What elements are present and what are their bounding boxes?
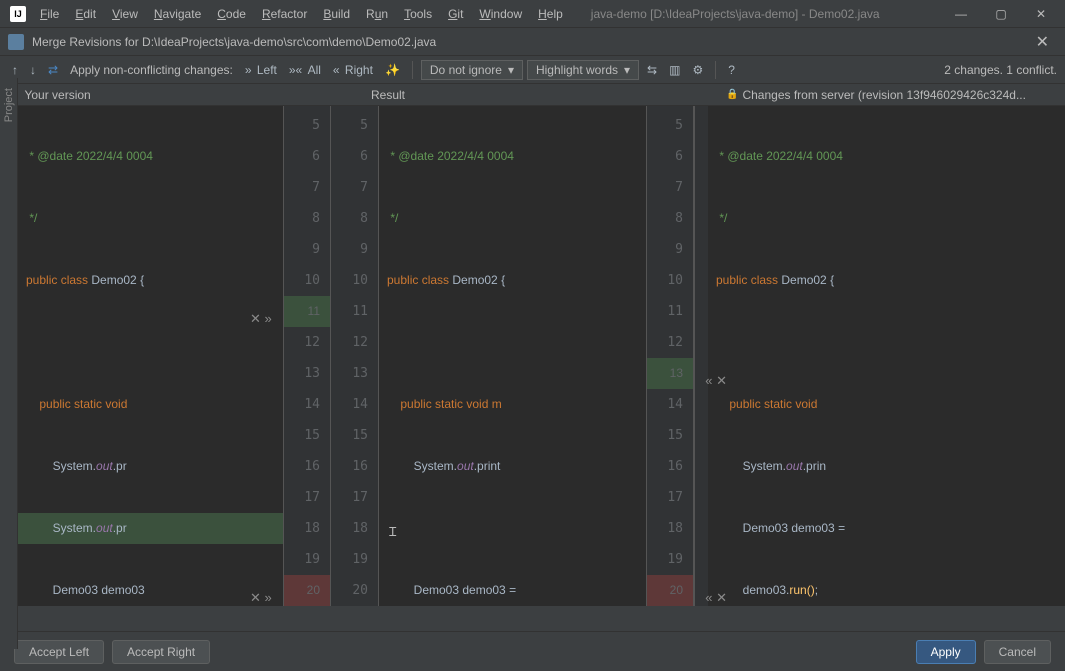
prev-diff-button[interactable]: ↑ [8,61,22,79]
accept-right-button[interactable]: Accept Right [112,640,210,664]
ignore-dropdown[interactable]: Do not ignore▾ [421,60,523,80]
cancel-button[interactable]: Cancel [984,640,1051,664]
menu-git[interactable]: Git [440,5,471,23]
code-center: * @date 2022/4/4 0004 */ public class De… [379,106,646,606]
maximize-button[interactable]: ▢ [981,0,1021,28]
panes-header: 🔒 Your version Result 🔒 Changes from ser… [0,84,1065,106]
pane-left[interactable]: * @date 2022/4/4 0004 */ public class De… [18,106,283,606]
menu-code[interactable]: Code [209,5,254,23]
dialog-buttons: Accept Left Accept Right Apply Cancel [0,631,1065,671]
rail-project[interactable]: Project [3,88,15,122]
menu-navigate[interactable]: Navigate [146,5,209,23]
left-tool-rail[interactable]: Project [0,78,18,649]
app-icon: IJ [10,6,26,22]
gutter-center-right: 5 6 7 8 9 10 11 12 13« ✕ 14 15 16 17 18 … [646,106,694,606]
menu-edit[interactable]: Edit [67,5,104,23]
merge-action-left[interactable]: ✕ » [250,303,272,334]
pane-header-center: Result [363,84,718,105]
chevron-down-icon: ▾ [624,63,630,77]
menu-tools[interactable]: Tools [396,5,440,23]
gutter-center-left: 5 6 7 8 9 10 11 12 13 14 15 16 17 18 19 … [331,106,379,606]
menu-run[interactable]: Run [358,5,396,23]
chevron-down-icon: ▾ [508,63,514,77]
settings-button[interactable]: ⇆ [643,61,661,79]
gutter-left: 5 6 7 8 9 10 ✕ »11 12 13 14 15 16 17 18 … [283,106,331,606]
merge-action-left-conflict[interactable]: ✕ » [250,582,272,606]
magic-wand-button[interactable]: ✨ [381,61,404,79]
menu-view[interactable]: View [104,5,146,23]
merge-icon [8,34,24,50]
next-diff-button[interactable]: ↓ [26,61,40,79]
pane-right[interactable]: * @date 2022/4/4 0004 */ public class De… [708,106,1065,606]
apply-left-button[interactable]: » Left [241,61,281,79]
changes-info: 2 changes. 1 conflict. [944,63,1057,77]
pane-header-right: 🔒 Changes from server (revision 13f94602… [718,84,1065,105]
highlight-dropdown[interactable]: Highlight words▾ [527,60,639,80]
lock-icon: 🔒 [726,89,738,100]
menu-help[interactable]: Help [530,5,571,23]
close-merge-button[interactable]: ✕ [1028,32,1057,52]
accept-left-button[interactable]: Accept Left [14,640,104,664]
merge-header: Merge Revisions for D:\IdeaProjects\java… [0,28,1065,56]
help-button[interactable]: ? [724,61,739,79]
window-title: java-demo [D:\IdeaProjects\java-demo] - … [571,7,941,21]
apply-all-button[interactable]: »« All [285,61,325,79]
code-left: * @date 2022/4/4 0004 */ public class De… [18,106,283,606]
compare-button[interactable]: ⇄ [44,61,62,79]
layout-button[interactable]: ▥ [665,61,684,79]
titlebar: IJ File Edit View Navigate Code Refactor… [0,0,1065,28]
close-button[interactable]: ✕ [1021,0,1061,28]
minimize-button[interactable]: — [941,0,981,28]
apply-right-button[interactable]: « Right [329,61,377,79]
menu-window[interactable]: Window [471,5,530,23]
pane-center[interactable]: * @date 2022/4/4 0004 */ public class De… [379,106,646,606]
merge-toolbar: ↑ ↓ ⇄ Apply non-conflicting changes: » L… [0,56,1065,84]
pane-header-left: 🔒 Your version [0,84,363,105]
menu-refactor[interactable]: Refactor [254,5,315,23]
apply-label: Apply non-conflicting changes: [70,63,233,77]
menu-build[interactable]: Build [315,5,358,23]
code-right: * @date 2022/4/4 0004 */ public class De… [708,106,1065,606]
menu-file[interactable]: File [32,5,67,23]
gear-icon[interactable]: ⚙ [688,61,707,79]
apply-button[interactable]: Apply [916,640,976,664]
merge-title: Merge Revisions for D:\IdeaProjects\java… [32,35,1028,49]
diff-area: * @date 2022/4/4 0004 */ public class De… [18,106,1065,606]
spine-right [694,106,708,606]
